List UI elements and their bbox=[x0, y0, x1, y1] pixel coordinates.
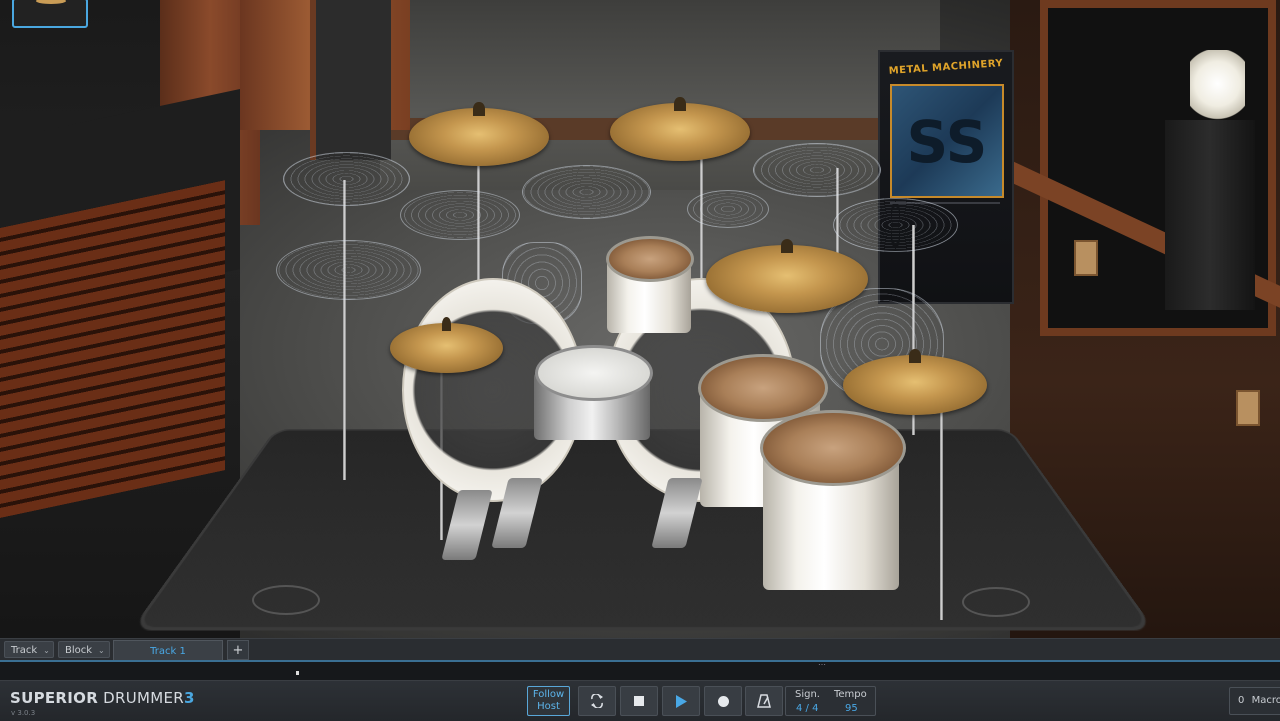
block-menu-button[interactable]: Block ⌄ bbox=[58, 641, 110, 658]
wall-outlet bbox=[1236, 390, 1260, 426]
rug-logo bbox=[962, 587, 1030, 617]
chevron-down-icon: ⌄ bbox=[43, 646, 50, 655]
desk-front bbox=[0, 180, 225, 518]
china-cymbal-inactive[interactable] bbox=[400, 190, 520, 240]
add-track-button[interactable]: + bbox=[227, 640, 249, 660]
play-icon bbox=[676, 694, 687, 708]
rug-logo bbox=[252, 585, 320, 615]
rack-tom[interactable] bbox=[606, 236, 694, 282]
chevron-down-icon: ⌄ bbox=[98, 646, 105, 655]
ride-cymbal-inactive[interactable] bbox=[276, 240, 421, 300]
crash-cymbal-inactive[interactable] bbox=[283, 152, 410, 206]
left-window bbox=[310, 0, 391, 160]
signature-tempo-display[interactable]: Sign. 4 / 4 Tempo 95 bbox=[785, 686, 876, 716]
banner-logo-text: SS bbox=[906, 108, 988, 176]
tab-track-1[interactable]: Track 1 bbox=[113, 640, 223, 661]
signature-label: Sign. bbox=[795, 689, 820, 700]
snare-drum[interactable] bbox=[535, 345, 653, 401]
app-version: v 3.0.3 bbox=[11, 709, 36, 717]
metronome-icon bbox=[757, 694, 771, 708]
ride-cymbal[interactable] bbox=[706, 239, 868, 313]
app-brand: SUPERIOR DRUMMER3 bbox=[10, 689, 195, 707]
wall-outlet bbox=[1074, 240, 1098, 276]
kit-thumbnail[interactable] bbox=[12, 0, 88, 28]
track-menu-label: Track bbox=[11, 645, 38, 656]
cymbal-stand bbox=[343, 180, 346, 480]
crash-cymbal-center[interactable] bbox=[610, 97, 750, 161]
banner-logo: SS bbox=[890, 84, 1004, 198]
resize-grip-icon[interactable]: … bbox=[818, 659, 832, 667]
floor-tom-2[interactable] bbox=[760, 410, 906, 486]
stop-icon bbox=[634, 696, 644, 706]
china-cymbal[interactable] bbox=[843, 349, 987, 415]
pedestal bbox=[1165, 120, 1255, 310]
metronome-button[interactable] bbox=[745, 686, 783, 716]
brand-secondary: DRUMMER bbox=[103, 689, 184, 707]
record-button[interactable] bbox=[704, 686, 742, 716]
track-menu-button[interactable]: Track ⌄ bbox=[4, 641, 54, 658]
follow-host-line2: Host bbox=[537, 701, 560, 712]
drum-kit-stage[interactable]: METAL MACHINERY SS bbox=[0, 0, 1280, 638]
loop-button[interactable] bbox=[578, 686, 616, 716]
signature-value[interactable]: 4 / 4 bbox=[796, 703, 818, 714]
coral-sculpture bbox=[1190, 50, 1245, 125]
track-toolbar: Track ⌄ Block ⌄ Track 1 + bbox=[0, 638, 1280, 661]
brand-primary: SUPERIOR bbox=[10, 689, 99, 707]
macro-button[interactable]: 0 Macro bbox=[1229, 687, 1280, 715]
tempo-value[interactable]: 95 bbox=[845, 703, 858, 714]
macro-label: Macro bbox=[1251, 695, 1280, 706]
hihat-cymbal[interactable] bbox=[390, 317, 503, 373]
macro-count: 0 bbox=[1238, 695, 1245, 706]
play-button[interactable] bbox=[662, 686, 700, 716]
tempo-label: Tempo bbox=[834, 689, 867, 700]
stop-button[interactable] bbox=[620, 686, 658, 716]
playhead-marker[interactable] bbox=[296, 671, 299, 675]
splash-cymbal-inactive[interactable] bbox=[687, 190, 769, 228]
follow-host-button[interactable]: Follow Host bbox=[527, 686, 570, 716]
record-icon bbox=[717, 695, 729, 707]
loop-icon bbox=[591, 693, 603, 709]
block-menu-label: Block bbox=[65, 645, 93, 656]
transport-bar: SUPERIOR DRUMMER3 v 3.0.3 Follow Host Si… bbox=[0, 680, 1280, 721]
follow-host-line1: Follow bbox=[532, 689, 565, 700]
brand-number: 3 bbox=[183, 689, 195, 707]
kit-banner: METAL MACHINERY SS bbox=[878, 50, 1014, 304]
banner-title: METAL MACHINERY bbox=[888, 58, 1004, 77]
cymbal-stand bbox=[940, 390, 943, 620]
crash-cymbal-inactive[interactable] bbox=[753, 143, 881, 197]
crash-cymbal-inactive[interactable] bbox=[833, 198, 958, 252]
crash-cymbal-left[interactable] bbox=[409, 102, 549, 166]
splash-cymbal-inactive[interactable] bbox=[522, 165, 651, 219]
song-timeline[interactable]: … bbox=[0, 659, 1280, 682]
